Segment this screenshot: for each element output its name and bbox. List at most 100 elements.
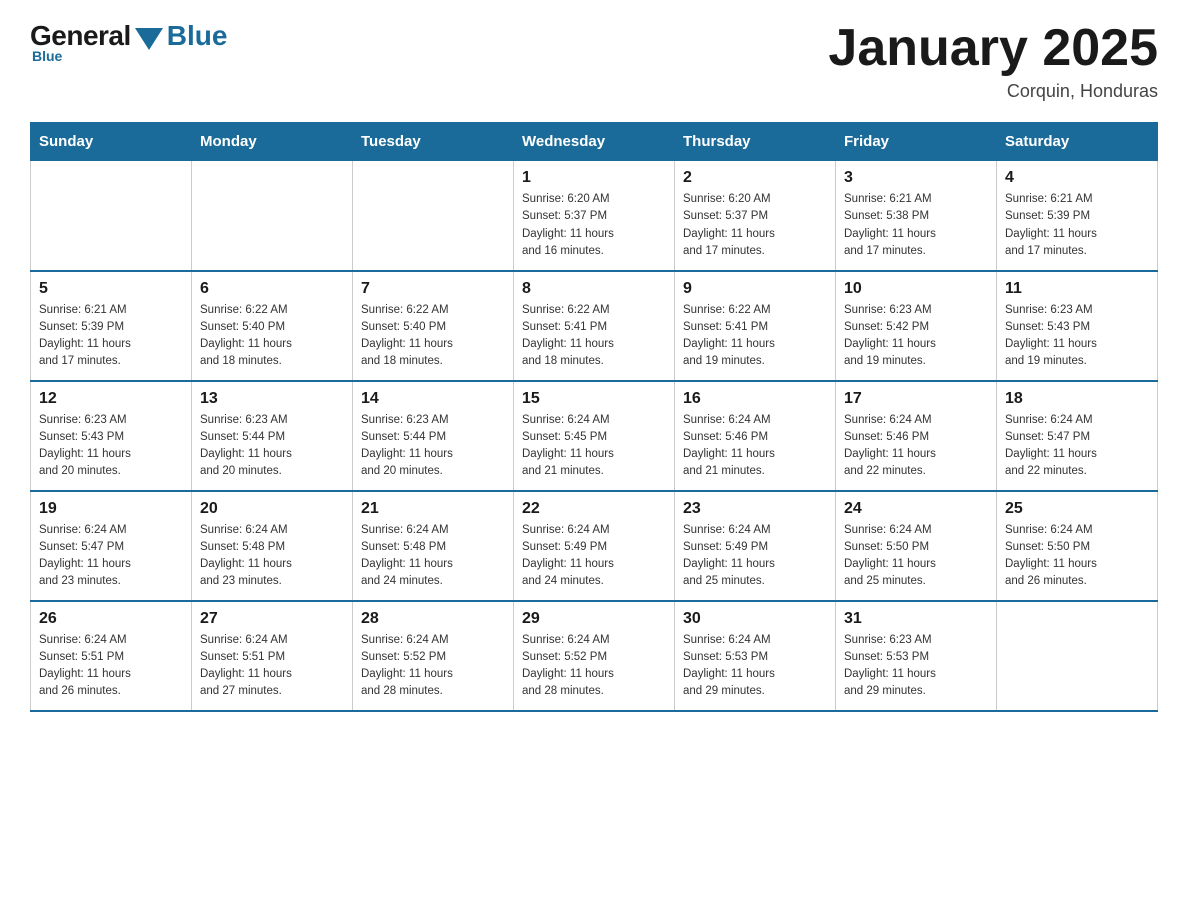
title-area: January 2025 Corquin, Honduras bbox=[828, 20, 1158, 102]
day-number: 10 bbox=[844, 280, 988, 298]
day-number: 15 bbox=[522, 390, 666, 408]
day-info: Sunrise: 6:24 AM Sunset: 5:46 PM Dayligh… bbox=[683, 412, 827, 481]
calendar-cell: 20 Sunrise: 6:24 AM Sunset: 5:48 PM Dayli… bbox=[192, 491, 353, 601]
calendar-cell: 22 Sunrise: 6:24 AM Sunset: 5:49 PM Dayli… bbox=[514, 491, 675, 601]
calendar-week-row: 12 Sunrise: 6:23 AM Sunset: 5:43 PM Dayli… bbox=[31, 381, 1158, 491]
calendar-cell: 24 Sunrise: 6:24 AM Sunset: 5:50 PM Dayli… bbox=[836, 491, 997, 601]
day-info: Sunrise: 6:24 AM Sunset: 5:52 PM Dayligh… bbox=[522, 632, 666, 701]
day-number: 26 bbox=[39, 610, 183, 628]
calendar-week-row: 26 Sunrise: 6:24 AM Sunset: 5:51 PM Dayli… bbox=[31, 601, 1158, 711]
day-info: Sunrise: 6:23 AM Sunset: 5:44 PM Dayligh… bbox=[200, 412, 344, 481]
day-info: Sunrise: 6:22 AM Sunset: 5:40 PM Dayligh… bbox=[200, 302, 344, 371]
calendar-cell bbox=[997, 601, 1158, 711]
day-number: 8 bbox=[522, 280, 666, 298]
day-info: Sunrise: 6:23 AM Sunset: 5:44 PM Dayligh… bbox=[361, 412, 505, 481]
day-number: 13 bbox=[200, 390, 344, 408]
day-info: Sunrise: 6:24 AM Sunset: 5:50 PM Dayligh… bbox=[844, 522, 988, 591]
calendar-cell: 18Sunrise: 6:24 AM Sunset: 5:47 PM Dayli… bbox=[997, 381, 1158, 491]
column-header-saturday: Saturday bbox=[997, 123, 1158, 161]
day-info: Sunrise: 6:24 AM Sunset: 5:45 PM Dayligh… bbox=[522, 412, 666, 481]
calendar-cell: 4Sunrise: 6:21 AM Sunset: 5:39 PM Daylig… bbox=[997, 161, 1158, 271]
day-number: 22 bbox=[522, 500, 666, 518]
day-number: 18 bbox=[1005, 390, 1149, 408]
day-info: Sunrise: 6:22 AM Sunset: 5:41 PM Dayligh… bbox=[683, 302, 827, 371]
day-number: 19 bbox=[39, 500, 183, 518]
calendar-cell: 2Sunrise: 6:20 AM Sunset: 5:37 PM Daylig… bbox=[675, 161, 836, 271]
column-header-wednesday: Wednesday bbox=[514, 123, 675, 161]
column-header-monday: Monday bbox=[192, 123, 353, 161]
day-number: 7 bbox=[361, 280, 505, 298]
day-number: 16 bbox=[683, 390, 827, 408]
day-number: 11 bbox=[1005, 280, 1149, 298]
calendar-cell: 27 Sunrise: 6:24 AM Sunset: 5:51 PM Dayli… bbox=[192, 601, 353, 711]
calendar-week-row: 1 Sunrise: 6:20 AM Sunset: 5:37 PM Daylig… bbox=[31, 161, 1158, 271]
day-info: Sunrise: 6:24 AM Sunset: 5:47 PM Dayligh… bbox=[39, 522, 183, 591]
day-info: Sunrise: 6:23 AM Sunset: 5:53 PM Dayligh… bbox=[844, 632, 988, 701]
calendar-cell: 28Sunrise: 6:24 AM Sunset: 5:52 PM Dayli… bbox=[353, 601, 514, 711]
day-number: 6 bbox=[200, 280, 344, 298]
calendar-cell bbox=[353, 161, 514, 271]
calendar-cell: 9Sunrise: 6:22 AM Sunset: 5:41 PM Daylig… bbox=[675, 271, 836, 381]
day-info: Sunrise: 6:24 AM Sunset: 5:52 PM Dayligh… bbox=[361, 632, 505, 701]
day-info: Sunrise: 6:24 AM Sunset: 5:48 PM Dayligh… bbox=[200, 522, 344, 591]
calendar-cell: 15 Sunrise: 6:24 AM Sunset: 5:45 PM Dayli… bbox=[514, 381, 675, 491]
calendar-cell: 6 Sunrise: 6:22 AM Sunset: 5:40 PM Daylig… bbox=[192, 271, 353, 381]
column-header-sunday: Sunday bbox=[31, 123, 192, 161]
calendar-cell: 31 Sunrise: 6:23 AM Sunset: 5:53 PM Dayli… bbox=[836, 601, 997, 711]
calendar-header-row: SundayMondayTuesdayWednesdayThursdayFrid… bbox=[31, 123, 1158, 161]
day-info: Sunrise: 6:21 AM Sunset: 5:39 PM Dayligh… bbox=[39, 302, 183, 371]
calendar-cell: 25 Sunrise: 6:24 AM Sunset: 5:50 PM Dayli… bbox=[997, 491, 1158, 601]
calendar-week-row: 19 Sunrise: 6:24 AM Sunset: 5:47 PM Dayli… bbox=[31, 491, 1158, 601]
day-info: Sunrise: 6:24 AM Sunset: 5:49 PM Dayligh… bbox=[522, 522, 666, 591]
location-text: Corquin, Honduras bbox=[828, 81, 1158, 102]
calendar-cell: 16 Sunrise: 6:24 AM Sunset: 5:46 PM Dayli… bbox=[675, 381, 836, 491]
day-number: 5 bbox=[39, 280, 183, 298]
day-info: Sunrise: 6:21 AM Sunset: 5:38 PM Dayligh… bbox=[844, 191, 988, 260]
calendar-cell: 1 Sunrise: 6:20 AM Sunset: 5:37 PM Daylig… bbox=[514, 161, 675, 271]
column-header-thursday: Thursday bbox=[675, 123, 836, 161]
calendar-cell: 30 Sunrise: 6:24 AM Sunset: 5:53 PM Dayli… bbox=[675, 601, 836, 711]
calendar-cell bbox=[31, 161, 192, 271]
logo-bottom-text: Blue bbox=[32, 48, 62, 64]
day-number: 30 bbox=[683, 610, 827, 628]
day-info: Sunrise: 6:24 AM Sunset: 5:53 PM Dayligh… bbox=[683, 632, 827, 701]
day-number: 20 bbox=[200, 500, 344, 518]
calendar-cell: 26 Sunrise: 6:24 AM Sunset: 5:51 PM Dayli… bbox=[31, 601, 192, 711]
day-number: 29 bbox=[522, 610, 666, 628]
day-info: Sunrise: 6:24 AM Sunset: 5:51 PM Dayligh… bbox=[39, 632, 183, 701]
day-info: Sunrise: 6:22 AM Sunset: 5:41 PM Dayligh… bbox=[522, 302, 666, 371]
calendar-cell: 17Sunrise: 6:24 AM Sunset: 5:46 PM Dayli… bbox=[836, 381, 997, 491]
logo-blue-text: Blue bbox=[167, 20, 228, 52]
calendar-cell: 12 Sunrise: 6:23 AM Sunset: 5:43 PM Dayli… bbox=[31, 381, 192, 491]
day-number: 1 bbox=[522, 169, 666, 187]
calendar-cell: 13 Sunrise: 6:23 AM Sunset: 5:44 PM Dayli… bbox=[192, 381, 353, 491]
calendar-cell: 29 Sunrise: 6:24 AM Sunset: 5:52 PM Dayli… bbox=[514, 601, 675, 711]
day-info: Sunrise: 6:24 AM Sunset: 5:51 PM Dayligh… bbox=[200, 632, 344, 701]
calendar-cell: 19 Sunrise: 6:24 AM Sunset: 5:47 PM Dayli… bbox=[31, 491, 192, 601]
month-title: January 2025 bbox=[828, 20, 1158, 77]
day-number: 25 bbox=[1005, 500, 1149, 518]
day-info: Sunrise: 6:24 AM Sunset: 5:50 PM Dayligh… bbox=[1005, 522, 1149, 591]
day-info: Sunrise: 6:22 AM Sunset: 5:40 PM Dayligh… bbox=[361, 302, 505, 371]
calendar-cell: 14Sunrise: 6:23 AM Sunset: 5:44 PM Dayli… bbox=[353, 381, 514, 491]
day-number: 4 bbox=[1005, 169, 1149, 187]
column-header-friday: Friday bbox=[836, 123, 997, 161]
logo: General Blue Blue bbox=[30, 20, 227, 64]
calendar-cell: 8 Sunrise: 6:22 AM Sunset: 5:41 PM Daylig… bbox=[514, 271, 675, 381]
day-number: 24 bbox=[844, 500, 988, 518]
day-info: Sunrise: 6:24 AM Sunset: 5:46 PM Dayligh… bbox=[844, 412, 988, 481]
calendar-table: SundayMondayTuesdayWednesdayThursdayFrid… bbox=[30, 122, 1158, 712]
day-info: Sunrise: 6:20 AM Sunset: 5:37 PM Dayligh… bbox=[522, 191, 666, 260]
calendar-cell: 3Sunrise: 6:21 AM Sunset: 5:38 PM Daylig… bbox=[836, 161, 997, 271]
day-number: 31 bbox=[844, 610, 988, 628]
calendar-week-row: 5 Sunrise: 6:21 AM Sunset: 5:39 PM Daylig… bbox=[31, 271, 1158, 381]
day-info: Sunrise: 6:24 AM Sunset: 5:48 PM Dayligh… bbox=[361, 522, 505, 591]
day-number: 27 bbox=[200, 610, 344, 628]
calendar-cell: 7 Sunrise: 6:22 AM Sunset: 5:40 PM Daylig… bbox=[353, 271, 514, 381]
calendar-cell: 5 Sunrise: 6:21 AM Sunset: 5:39 PM Daylig… bbox=[31, 271, 192, 381]
day-number: 12 bbox=[39, 390, 183, 408]
day-number: 2 bbox=[683, 169, 827, 187]
calendar-cell: 23Sunrise: 6:24 AM Sunset: 5:49 PM Dayli… bbox=[675, 491, 836, 601]
day-info: Sunrise: 6:23 AM Sunset: 5:43 PM Dayligh… bbox=[39, 412, 183, 481]
day-info: Sunrise: 6:23 AM Sunset: 5:42 PM Dayligh… bbox=[844, 302, 988, 371]
